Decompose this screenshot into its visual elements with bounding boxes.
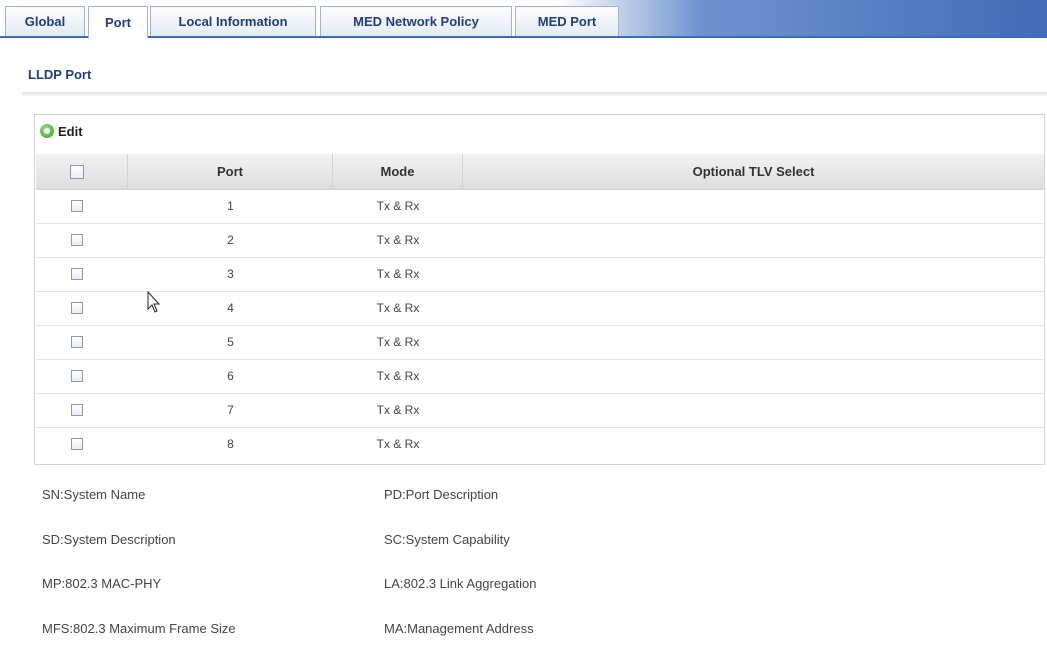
tab-med-port[interactable]: MED Port (515, 6, 619, 36)
tlv-cell (463, 360, 1044, 393)
mode-cell: Tx & Rx (376, 403, 420, 417)
tlv-cell (463, 394, 1044, 427)
legend-item: MP:802.3 MAC-PHY (42, 576, 162, 591)
tlv-cell (463, 224, 1044, 257)
table-row[interactable]: 4 Tx & Rx (36, 292, 1044, 326)
tlv-cell (463, 326, 1044, 359)
mode-cell: Tx & Rx (376, 267, 420, 281)
row-checkbox[interactable] (71, 302, 83, 314)
table-row[interactable]: 2 Tx & Rx (36, 224, 1044, 258)
legend-item: PD:Port Description (384, 487, 499, 502)
table-row[interactable]: 6 Tx & Rx (36, 360, 1044, 394)
legend-item: MFS:802.3 Maximum Frame Size (42, 621, 236, 636)
tlv-cell (463, 428, 1044, 461)
row-checkbox[interactable] (71, 268, 83, 280)
port-cell: 7 (227, 403, 234, 417)
mode-cell: Tx & Rx (376, 199, 420, 213)
mode-cell: Tx & Rx (376, 301, 420, 315)
legend-item: LA:802.3 Link Aggregation (384, 576, 537, 591)
port-cell: 5 (227, 335, 234, 349)
table-row[interactable]: 3 Tx & Rx (36, 258, 1044, 292)
row-checkbox[interactable] (71, 234, 83, 246)
legend-item: MA:Management Address (384, 621, 534, 636)
edit-button-label: Edit (58, 123, 83, 139)
header-optional-tlv-select[interactable]: Optional TLV Select (463, 154, 1044, 189)
port-cell: 3 (227, 267, 234, 281)
port-cell: 6 (227, 369, 234, 383)
header-mode[interactable]: Mode (333, 154, 463, 189)
mode-cell: Tx & Rx (376, 335, 420, 349)
port-cell: 2 (227, 233, 234, 247)
table-row[interactable]: 7 Tx & Rx (36, 394, 1044, 428)
header-select-all-cell (36, 154, 128, 189)
table-row[interactable]: 8 Tx & Rx (36, 428, 1044, 462)
port-cell: 8 (227, 437, 234, 451)
row-checkbox[interactable] (71, 438, 83, 450)
legend-item: SN:System Name (42, 487, 146, 502)
tab-port[interactable]: Port (88, 6, 148, 38)
port-cell: 1 (227, 199, 234, 213)
tab-local-information[interactable]: Local Information (150, 6, 316, 36)
legend-item: SD:System Description (42, 532, 176, 547)
legend-item: SC:System Capability (384, 532, 510, 547)
edit-button[interactable]: Edit (40, 122, 83, 140)
add-circle-icon (40, 124, 54, 138)
table-header: Port Mode Optional TLV Select (36, 154, 1044, 190)
mode-cell: Tx & Rx (376, 437, 420, 451)
header-port[interactable]: Port (128, 154, 333, 189)
table-row[interactable]: 5 Tx & Rx (36, 326, 1044, 360)
tab-med-network-policy[interactable]: MED Network Policy (320, 6, 512, 36)
row-checkbox[interactable] (71, 200, 83, 212)
tab-baseline (0, 36, 1047, 38)
mode-cell: Tx & Rx (376, 233, 420, 247)
section-divider (22, 92, 1047, 96)
tab-global[interactable]: Global (5, 6, 85, 36)
tlv-cell (463, 292, 1044, 325)
row-checkbox[interactable] (71, 404, 83, 416)
table-row[interactable]: 1 Tx & Rx (36, 190, 1044, 224)
section-title: LLDP Port (28, 67, 92, 82)
tab-bar: Global Port Local Information MED Networ… (0, 0, 1047, 38)
tlv-cell (463, 258, 1044, 291)
mouse-pointer-icon (147, 291, 161, 313)
row-checkbox[interactable] (71, 370, 83, 382)
select-all-checkbox[interactable] (70, 165, 84, 179)
mode-cell: Tx & Rx (376, 369, 420, 383)
row-checkbox[interactable] (71, 336, 83, 348)
tlv-cell (463, 190, 1044, 223)
